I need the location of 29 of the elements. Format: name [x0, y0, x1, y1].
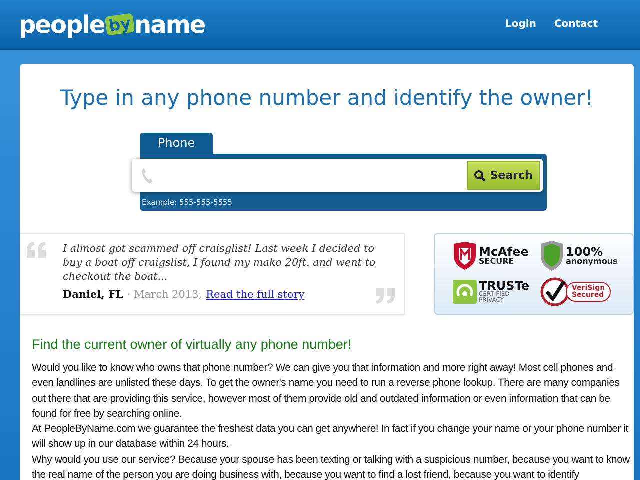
- truste-seal-icon: [453, 280, 477, 304]
- badge-text: 100%: [566, 246, 604, 258]
- quote-mark-icon: [374, 288, 396, 304]
- testimonial-date: · March 2013,: [127, 289, 202, 301]
- nav-link[interactable]: Login: [505, 19, 536, 30]
- logo-text[interactable]: name: [134, 10, 206, 38]
- body-paragraph: At PeopleByName.com we guarantee the freshest data you can get anywhere! In fact if you change your name or your phone number it will show up in our database within 24 hours.: [32, 423, 630, 452]
- badge-text: SECURE: [479, 258, 516, 266]
- nav-link[interactable]: Contact: [554, 19, 598, 30]
- section-heading: Find the current owner of virtually any phone number!: [32, 337, 353, 352]
- search-button[interactable]: Search: [467, 161, 540, 190]
- badge-text: TRUSTe: [479, 280, 530, 292]
- read-story-link[interactable]: Read the full story: [206, 289, 305, 301]
- badge-text: McAfee: [479, 246, 529, 258]
- phone-icon: [141, 166, 153, 184]
- badge-text: anonymous: [566, 258, 618, 266]
- body-paragraph: Would you like to know who owns that phone number? We can give you that information and more right away! Most cell phones and even landlines are unlisted these days. To get the owner's name you need to run a reverse phone lookup. There are many companies out there that are providing this service, however most of them provide old and outdated information or even information that can be found for free by searching online.: [32, 362, 621, 422]
- page-title: Type in any phone number and identify the owner!: [59, 86, 595, 110]
- testimonial-quote: I almost got scammed off craisglist! Last week I decided to buy a boat off craigslist, I found my mako 20ft. and went to checkout the boat...: [63, 242, 377, 284]
- logo-badge[interactable]: by: [104, 13, 135, 36]
- search-icon: [474, 170, 486, 182]
- body-paragraph: Why would you use our service? Because your spouse has been texting or talking with a suspicious number, because you want to know the real name of the person you are doing business with, because you want to find a lost friend, because you want to identify: [32, 454, 630, 480]
- testimonial-author: Daniel, FL: [63, 289, 124, 301]
- shield-icon: [540, 241, 564, 271]
- shield-icon: [453, 242, 477, 270]
- phone-input-field[interactable]: Search: [132, 159, 543, 192]
- quote-mark-icon: [26, 242, 48, 258]
- logo-text[interactable]: people: [19, 10, 105, 38]
- search-tab[interactable]: Phone: [140, 133, 213, 154]
